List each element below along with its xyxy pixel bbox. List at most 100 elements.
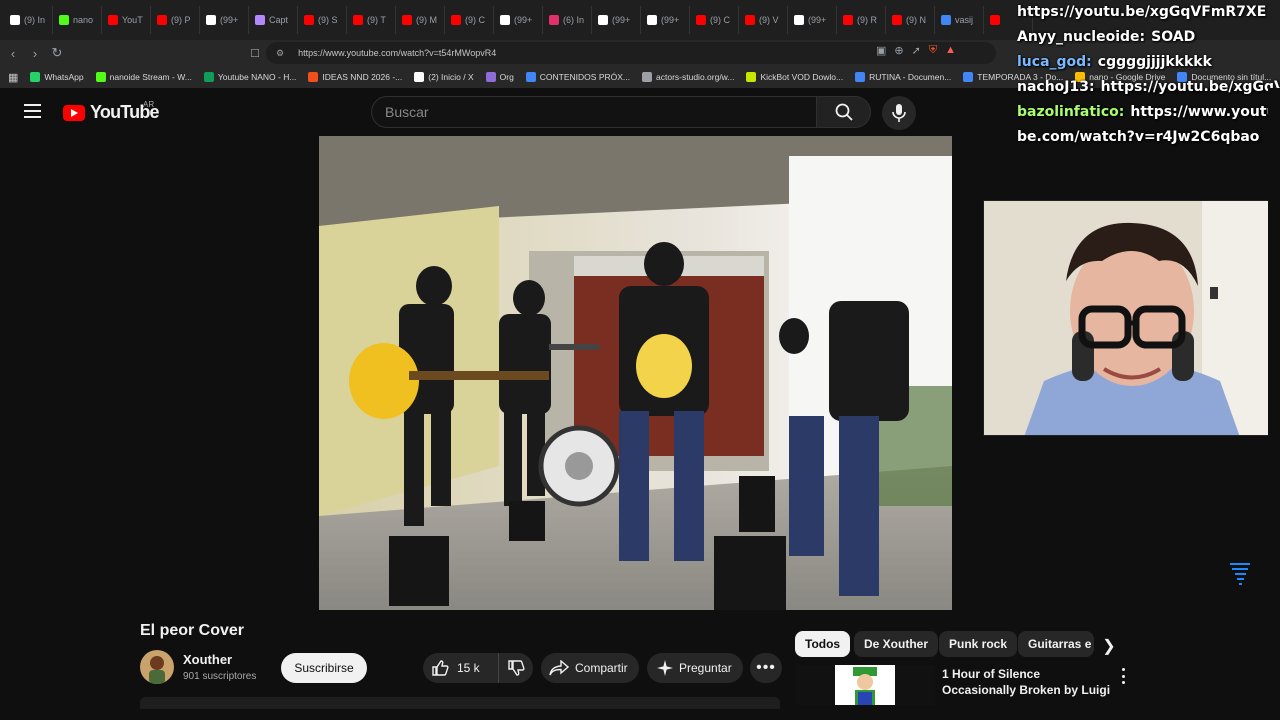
thumbs-down-icon — [508, 660, 525, 676]
bookmark-label: IDEAS NND 2026 -... — [322, 72, 403, 82]
chip-de-xouther[interactable]: De Xouther — [854, 631, 939, 657]
share-page-icon[interactable]: ➚ — [912, 44, 921, 57]
folder-icon — [485, 72, 496, 82]
youtube-icon — [304, 15, 314, 25]
tornado-icon — [1229, 561, 1251, 594]
cast-icon[interactable]: ▣ — [876, 44, 886, 57]
bookmark-label: WhatsApp — [44, 72, 84, 82]
tab-label: YouT — [122, 15, 143, 25]
ask-label: Preguntar — [679, 661, 732, 675]
browser-tab[interactable]: YouT — [102, 6, 151, 34]
browser-tab[interactable]: nano — [53, 6, 102, 34]
bookmark-item[interactable]: IDEAS NND 2026 -... — [308, 72, 402, 82]
browser-tab[interactable]: (99+ — [494, 6, 543, 34]
instagram-icon — [549, 15, 559, 25]
bookmark-item[interactable]: WhatsApp — [30, 72, 84, 82]
recommendation-title[interactable]: 1 Hour of Silence Occasionally Broken by… — [942, 666, 1112, 698]
youtube-icon — [696, 15, 706, 25]
browser-tab[interactable]: (9) In — [4, 6, 53, 34]
browser-tab[interactable]: (99+ — [200, 6, 249, 34]
share-button[interactable]: Compartir — [541, 653, 639, 683]
dislike-button[interactable] — [499, 653, 533, 683]
bookmark-item[interactable]: KickBot VOD Dowlo... — [746, 72, 843, 82]
forward-button[interactable]: › — [24, 42, 46, 64]
page-scrollbar[interactable] — [1268, 88, 1280, 720]
bookmark-star-icon[interactable]: ☐ — [244, 42, 266, 64]
subscriber-count: 901 suscriptores — [183, 671, 257, 682]
rewards-icon[interactable]: ▲ — [945, 44, 956, 57]
chat-text: https://youtu.be/xgGqVFmR7XE — [1100, 79, 1280, 95]
tab-label: (9) M — [416, 15, 437, 25]
search-icon — [835, 103, 853, 121]
browser-tab[interactable]: (9) T — [347, 6, 396, 34]
more-vertical-icon[interactable] — [1117, 668, 1129, 684]
streamer-webcam-image — [984, 201, 1279, 435]
channel-avatar[interactable] — [140, 650, 174, 684]
youtube-icon — [108, 15, 118, 25]
tab-label: (6) In — [563, 15, 585, 25]
browser-tab[interactable]: (9) S — [298, 6, 347, 34]
bookmark-label: RUTINA - Documen... — [869, 72, 952, 82]
chevron-right-icon[interactable]: ❯ — [1097, 634, 1121, 658]
bookmark-item[interactable]: (2) Inicio / X — [414, 72, 474, 82]
sheets-icon — [203, 72, 214, 82]
browser-tab[interactable]: (9) C — [445, 6, 494, 34]
whatsapp-icon — [30, 72, 41, 82]
subscribe-button[interactable]: Suscribirse — [281, 653, 367, 683]
chip-todos[interactable]: Todos — [795, 631, 851, 657]
browser-tab[interactable]: Capt — [249, 6, 298, 34]
chip-punk-rock[interactable]: Punk rock — [939, 631, 1018, 657]
more-actions-button[interactable]: ••• — [750, 653, 782, 683]
browser-tab[interactable]: (9) N — [886, 6, 935, 34]
ask-button[interactable]: Preguntar — [647, 653, 743, 683]
tab-label: (99+ — [808, 15, 827, 25]
tiktok-icon — [598, 15, 608, 25]
browser-tab[interactable]: (6) In — [543, 6, 592, 34]
brave-shield-icon[interactable]: ⛨ — [929, 44, 937, 57]
recommendation-thumbnail[interactable] — [795, 665, 935, 705]
kick-icon — [95, 72, 106, 82]
chat-message: luca_god: cggggjjjjkkkkk — [1017, 50, 1280, 75]
avatar-image — [140, 650, 174, 684]
apps-grid-icon[interactable]: ▦ — [8, 71, 18, 84]
site-info-icon[interactable]: ⚙ — [276, 48, 284, 59]
browser-tab[interactable]: (9) P — [151, 6, 200, 34]
menu-icon[interactable] — [24, 104, 41, 118]
globe-icon — [642, 72, 653, 82]
search-input[interactable]: Buscar — [371, 96, 817, 128]
thumbs-up-icon — [432, 660, 449, 676]
chip-guitarras[interactable]: Guitarras e — [1018, 631, 1094, 657]
back-button[interactable]: ‹ — [2, 42, 24, 64]
browser-tab[interactable]: (9) V — [739, 6, 788, 34]
bookmark-item[interactable]: Youtube NANO - H... — [203, 72, 296, 82]
bookmark-item[interactable]: actors-studio.org/w... — [642, 72, 734, 82]
bookmark-item[interactable]: RUTINA - Documen... — [855, 72, 951, 82]
bookmark-item[interactable]: Org — [485, 72, 514, 82]
description-box[interactable] — [140, 697, 780, 709]
browser-tab[interactable]: (9) M — [396, 6, 445, 34]
voice-search-button[interactable] — [882, 96, 916, 130]
feather-icon — [255, 15, 265, 25]
browser-tab[interactable]: vasij — [935, 6, 984, 34]
browser-tab[interactable]: (99+ — [788, 6, 837, 34]
video-title: El peor Cover — [140, 622, 245, 639]
chat-username: luca_god: — [1017, 54, 1092, 70]
like-button[interactable]: 15 k — [423, 653, 499, 683]
search-button[interactable] — [817, 96, 871, 128]
browser-tab[interactable]: (9) R — [837, 6, 886, 34]
browser-tab[interactable]: (9) C — [690, 6, 739, 34]
browser-tab[interactable]: (99+ — [641, 6, 690, 34]
figma-icon — [308, 72, 319, 82]
share-icon — [549, 660, 569, 676]
tab-label: (9) R — [857, 15, 877, 25]
zoom-icon[interactable]: ⊕ — [894, 44, 903, 57]
video-player[interactable] — [319, 136, 952, 610]
docs-icon — [855, 72, 866, 82]
youtube-icon — [157, 15, 167, 25]
channel-name[interactable]: Xouther — [183, 652, 232, 667]
tiktok-icon — [500, 15, 510, 25]
bookmark-item[interactable]: nanoide Stream - W... — [95, 72, 192, 82]
reload-button[interactable]: ↻ — [46, 42, 68, 64]
browser-tab[interactable]: (99+ — [592, 6, 641, 34]
bookmark-item[interactable]: CONTENIDOS PRÓX... — [525, 72, 630, 82]
